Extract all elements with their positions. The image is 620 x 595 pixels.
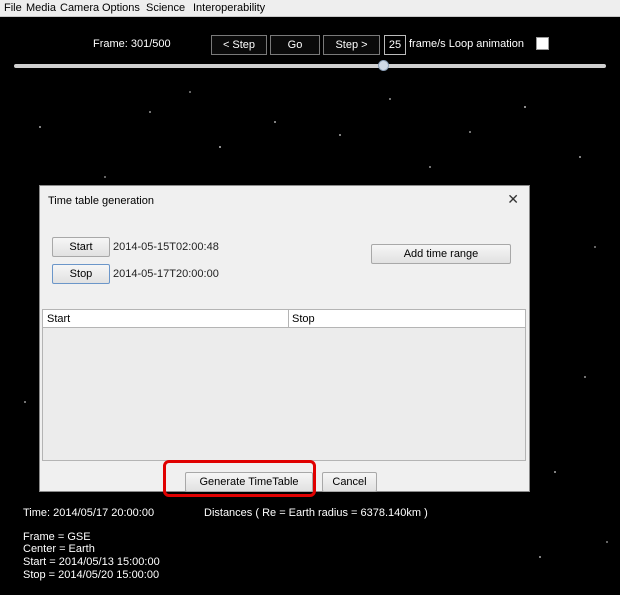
dialog-title: Time table generation — [48, 195, 154, 207]
step-forward-button[interactable]: Step > — [323, 35, 380, 55]
stop-value: 2014-05-17T20:00:00 — [113, 268, 219, 280]
add-time-range-button[interactable]: Add time range — [371, 244, 511, 264]
time-readout: Time: 2014/05/17 20:00:00 — [23, 507, 155, 519]
frame-counter: Frame: 301/500 — [93, 38, 171, 50]
column-header-start[interactable]: Start — [47, 313, 70, 325]
stop-button[interactable]: Stop — [52, 264, 110, 284]
fps-input[interactable]: 25 — [384, 35, 406, 55]
go-button[interactable]: Go — [270, 35, 320, 55]
menu-camera[interactable]: Camera — [60, 2, 99, 14]
column-header-stop[interactable]: Stop — [292, 313, 315, 325]
menu-bar: File Media Camera Options Science Intero… — [0, 0, 620, 17]
frame-slider-track[interactable] — [14, 64, 606, 68]
column-divider — [288, 310, 289, 327]
menu-interoperability[interactable]: Interoperability — [193, 2, 265, 14]
start-value: 2014-05-15T02:00:48 — [113, 241, 219, 253]
close-icon[interactable]: ✕ — [507, 191, 519, 208]
stop-readout: Stop = 2014/05/20 15:00:00 — [23, 569, 160, 581]
frame-readout: Frame = GSE — [23, 531, 91, 543]
time-range-table[interactable]: Start Stop — [42, 309, 526, 461]
start-readout: Start = 2014/05/13 15:00:00 — [23, 556, 160, 568]
table-header: Start Stop — [43, 310, 525, 328]
start-button[interactable]: Start — [52, 237, 110, 257]
center-readout: Center = Earth — [23, 543, 95, 555]
step-back-button[interactable]: < Step — [211, 35, 267, 55]
distances-readout: Distances ( Re = Earth radius = 6378.140… — [204, 507, 428, 519]
menu-media[interactable]: Media — [26, 2, 56, 14]
time-table-dialog: Time table generation ✕ Start 2014-05-15… — [39, 185, 530, 492]
menu-options[interactable]: Options — [102, 2, 140, 14]
menu-file[interactable]: File — [4, 2, 22, 14]
frame-slider-thumb[interactable] — [378, 60, 389, 71]
menu-science[interactable]: Science — [146, 2, 185, 14]
fps-loop-label: frame/s Loop animation — [409, 38, 524, 50]
highlight-box — [163, 460, 316, 497]
loop-animation-checkbox[interactable] — [536, 37, 549, 50]
cancel-button[interactable]: Cancel — [322, 472, 377, 492]
